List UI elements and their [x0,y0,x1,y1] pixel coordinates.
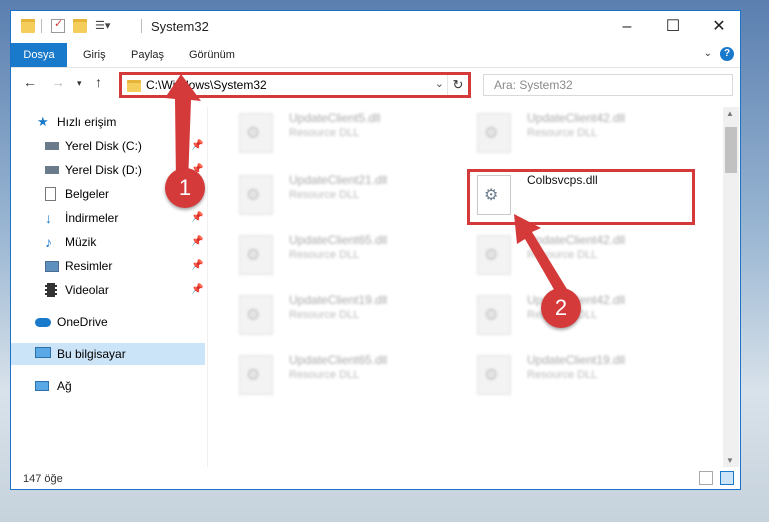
annotation-arrows [165,74,570,300]
step-badge-2: 2 [541,288,581,328]
step-badge-1: 1 [165,168,205,208]
